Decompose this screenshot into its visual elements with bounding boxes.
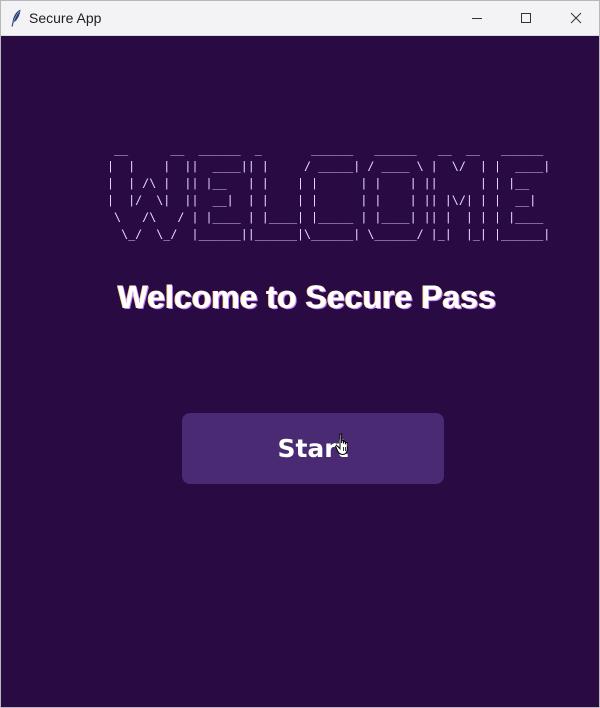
minimize-button[interactable] [452, 1, 502, 35]
start-button[interactable]: Start [182, 413, 444, 484]
feather-icon [11, 9, 21, 27]
main-content: __ __ ______ _ ______ ______ __ __ _____… [1, 36, 599, 707]
maximize-icon [521, 13, 531, 23]
close-icon [570, 12, 582, 24]
maximize-button[interactable] [501, 1, 551, 35]
page-title: Welcome to Secure Pass [117, 279, 497, 315]
welcome-ascii-art: __ __ ______ _ ______ ______ __ __ _____… [107, 142, 551, 241]
app-window: Secure App __ __ ______ _ ______ ______ … [0, 0, 600, 708]
close-button[interactable] [551, 1, 599, 35]
window-title: Secure App [29, 10, 102, 26]
title-bar[interactable]: Secure App [1, 1, 599, 36]
minimize-icon [472, 18, 482, 19]
